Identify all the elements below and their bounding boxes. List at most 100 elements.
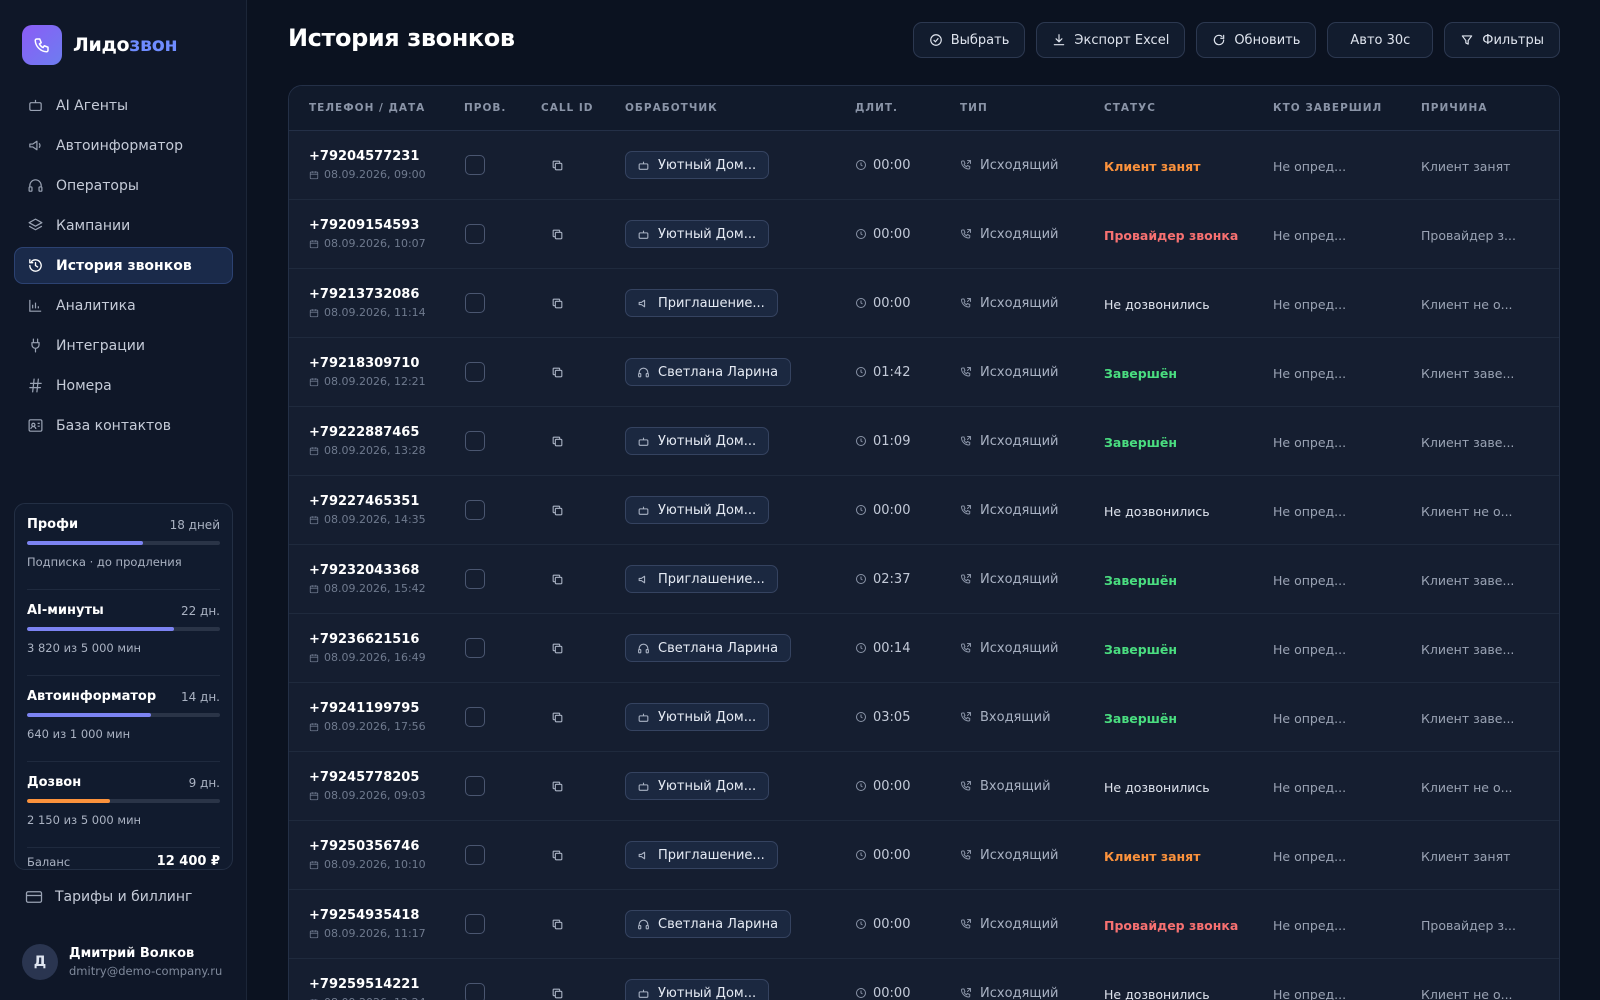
sidebar-item-0[interactable]: AI Агенты — [14, 87, 233, 124]
row-checkbox[interactable] — [465, 500, 485, 520]
progress-bar — [27, 713, 220, 717]
handler-chip[interactable]: Светлана Ларина — [625, 910, 792, 938]
megaphone-icon — [26, 137, 44, 155]
copy-icon[interactable] — [551, 642, 625, 655]
table-row[interactable]: +79218309710 08.09.2026, 12:21 Светлана Ла… — [289, 338, 1559, 407]
handler-chip[interactable]: Уютный Дом... — [625, 151, 770, 179]
user-profile[interactable]: Д Дмитрий Волков dmitry@demo-company.ru — [22, 944, 222, 980]
row-checkbox[interactable] — [465, 155, 485, 175]
table-row[interactable]: +79245778205 08.09.2026, 09:03 Уютный Дом.… — [289, 752, 1559, 821]
handler-chip[interactable]: Уютный Дом... — [625, 220, 770, 248]
copy-icon[interactable] — [551, 573, 625, 586]
phone-number[interactable]: +79232043368 — [309, 563, 464, 578]
handler-chip[interactable]: Приглашение... — [625, 841, 778, 869]
row-checkbox[interactable] — [465, 914, 485, 934]
handler-chip[interactable]: Уютный Дом... — [625, 772, 770, 800]
row-checkbox[interactable] — [465, 983, 485, 1000]
copy-icon[interactable] — [551, 780, 625, 793]
copy-icon[interactable] — [551, 987, 625, 1000]
sidebar-item-6[interactable]: Интеграции — [14, 327, 233, 364]
phone-number[interactable]: +79213732086 — [309, 287, 464, 302]
plan-section-title: Автоинформатор — [27, 689, 157, 704]
phone-number[interactable]: +79218309710 — [309, 356, 464, 371]
refresh-button[interactable]: Обновить — [1196, 22, 1317, 58]
sidebar-item-billing[interactable]: Тарифы и биллинг — [14, 880, 233, 914]
column-header[interactable]: КТО ЗАВЕРШИЛ — [1273, 102, 1421, 114]
column-header[interactable]: ПРИЧИНА — [1421, 102, 1541, 114]
row-checkbox[interactable] — [465, 638, 485, 658]
row-checkbox[interactable] — [465, 845, 485, 865]
table-row[interactable]: +79250356746 08.09.2026, 10:10 Приглашение… — [289, 821, 1559, 890]
table-row[interactable]: +79213732086 08.09.2026, 11:14 Приглашение… — [289, 269, 1559, 338]
phone-number[interactable]: +79209154593 — [309, 218, 464, 233]
handler-chip[interactable]: Уютный Дом... — [625, 703, 770, 731]
sidebar-item-7[interactable]: Номера — [14, 367, 233, 404]
column-header[interactable]: CALL ID — [541, 102, 625, 114]
copy-icon[interactable] — [551, 711, 625, 724]
row-checkbox[interactable] — [465, 707, 485, 727]
table-row[interactable]: +79236621516 08.09.2026, 16:49 Светлана Ла… — [289, 614, 1559, 683]
phone-number[interactable]: +79227465351 — [309, 494, 464, 509]
column-header[interactable]: СТАТУС — [1104, 102, 1273, 114]
phone-number[interactable]: +79204577231 — [309, 149, 464, 164]
phone-number[interactable]: +79259514221 — [309, 977, 464, 992]
handler-chip[interactable]: Уютный Дом... — [625, 427, 770, 455]
column-header[interactable]: ТИП — [960, 102, 1104, 114]
column-header[interactable]: ДЛИТ. — [855, 102, 960, 114]
select-button[interactable]: Выбрать — [912, 22, 1026, 58]
sidebar-item-1[interactable]: Автоинформатор — [14, 127, 233, 164]
row-checkbox[interactable] — [465, 431, 485, 451]
table-row[interactable]: +79227465351 08.09.2026, 14:35 Уютный Дом.… — [289, 476, 1559, 545]
table-row[interactable]: +79209154593 08.09.2026, 10:07 Уютный Дом.… — [289, 200, 1559, 269]
column-header[interactable]: ТЕЛЕФОН / ДАТА — [289, 102, 464, 114]
table-row[interactable]: +79254935418 08.09.2026, 11:17 Светлана Ла… — [289, 890, 1559, 959]
phone-cell: +79227465351 08.09.2026, 14:35 — [289, 494, 464, 526]
logo[interactable]: Лидозвон — [22, 25, 178, 65]
row-checkbox[interactable] — [465, 362, 485, 382]
row-checkbox[interactable] — [465, 293, 485, 313]
table-row[interactable]: +79241199795 08.09.2026, 17:56 Уютный Дом.… — [289, 683, 1559, 752]
copy-icon[interactable] — [551, 435, 625, 448]
copy-icon[interactable] — [551, 918, 625, 931]
handler-chip[interactable]: Уютный Дом... — [625, 496, 770, 524]
progress-bar — [27, 541, 220, 545]
phone-number[interactable]: +79236621516 — [309, 632, 464, 647]
table-row[interactable]: +79232043368 08.09.2026, 15:42 Приглашение… — [289, 545, 1559, 614]
column-header[interactable]: ОБРАБОТЧИК — [625, 102, 855, 114]
handler-chip[interactable]: Уютный Дом... — [625, 979, 770, 1000]
phone-number[interactable]: +79250356746 — [309, 839, 464, 854]
export-excel-button[interactable]: Экспорт Excel — [1036, 22, 1186, 58]
row-checkbox[interactable] — [465, 224, 485, 244]
row-checkbox[interactable] — [465, 569, 485, 589]
handler-chip[interactable]: Приглашение... — [625, 565, 778, 593]
copy-icon[interactable] — [551, 297, 625, 310]
copy-icon[interactable] — [551, 504, 625, 517]
call-date: 08.09.2026, 13:28 — [324, 444, 426, 457]
handler-chip[interactable]: Светлана Ларина — [625, 358, 792, 386]
auto-refresh-button[interactable]: Авто 30с — [1327, 22, 1434, 58]
handler-chip[interactable]: Светлана Ларина — [625, 634, 792, 662]
end-reason: Провайдер з... — [1421, 917, 1516, 933]
copy-icon[interactable] — [551, 366, 625, 379]
sidebar-item-8[interactable]: База контактов — [14, 407, 233, 444]
filters-button[interactable]: Фильтры — [1444, 22, 1560, 58]
copy-icon[interactable] — [551, 159, 625, 172]
sidebar-item-3[interactable]: Кампании — [14, 207, 233, 244]
phone-number[interactable]: +79241199795 — [309, 701, 464, 716]
table-row[interactable]: +79222887465 08.09.2026, 13:28 Уютный Дом.… — [289, 407, 1559, 476]
row-checkbox[interactable] — [465, 776, 485, 796]
copy-icon[interactable] — [551, 849, 625, 862]
column-header[interactable]: ПРОВ. — [464, 102, 541, 114]
sidebar-item-2[interactable]: Операторы — [14, 167, 233, 204]
layers-icon — [26, 217, 44, 235]
phone-number[interactable]: +79245778205 — [309, 770, 464, 785]
sidebar-item-5[interactable]: Аналитика — [14, 287, 233, 324]
end-reason: Клиент занят — [1421, 158, 1511, 174]
table-row[interactable]: +79204577231 08.09.2026, 09:00 Уютный Дом.… — [289, 131, 1559, 200]
copy-icon[interactable] — [551, 228, 625, 241]
handler-chip[interactable]: Приглашение... — [625, 289, 778, 317]
phone-number[interactable]: +79222887465 — [309, 425, 464, 440]
phone-number[interactable]: +79254935418 — [309, 908, 464, 923]
sidebar-item-4[interactable]: История звонков — [14, 247, 233, 284]
table-row[interactable]: +79259514221 08.09.2026, 12:24 Уютный Дом.… — [289, 959, 1559, 1000]
